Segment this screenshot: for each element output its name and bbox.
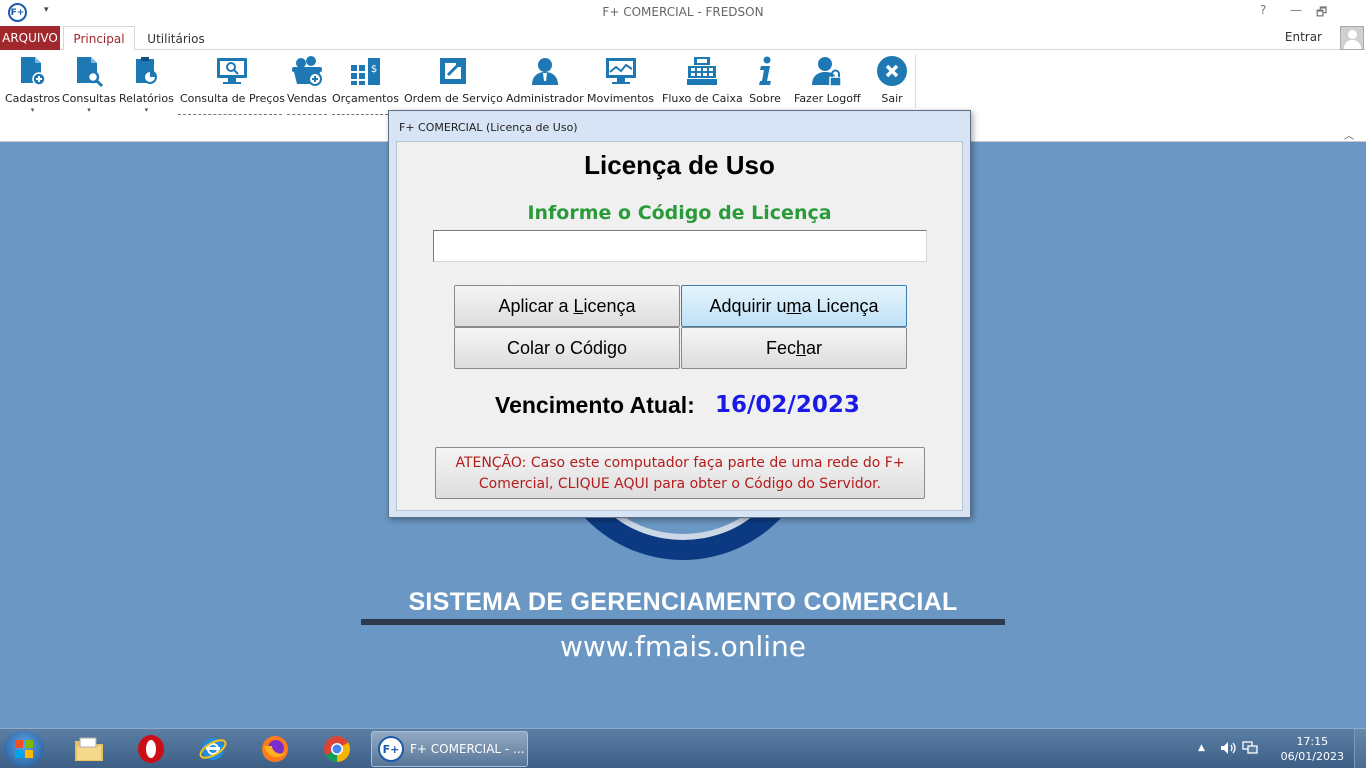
calculator-icon: $ (348, 54, 382, 88)
taskbar-app-label: F+ COMERCIAL - ... (410, 742, 525, 756)
close-circle-icon (875, 54, 909, 88)
taskbar: F+ F+ COMERCIAL - ... ▲ 17:15 06/01/2023 (0, 728, 1366, 768)
sobre-button[interactable]: Sobre (748, 54, 782, 105)
sair-label: Sair (881, 92, 903, 105)
cadastros-label: Cadastros (5, 92, 60, 105)
monitor-chart-icon (604, 54, 638, 88)
vendas-button[interactable]: Vendas (287, 54, 327, 105)
consultas-label: Consultas (62, 92, 116, 105)
close-button[interactable]: Fec h ar (681, 327, 907, 369)
document-search-icon (72, 54, 106, 88)
collapse-ribbon-icon[interactable]: ︿ (1344, 127, 1354, 142)
due-date-label: Vencimento Atual: (495, 392, 695, 418)
minimize-button[interactable]: — (1290, 3, 1302, 17)
tagline-underline (361, 619, 1005, 625)
tab-utilitarios[interactable]: Utilitários (140, 26, 212, 51)
tray-expand-icon[interactable]: ▲ (1198, 743, 1205, 753)
taskbar-app-fcomercial[interactable]: F+ F+ COMERCIAL - ... (371, 731, 528, 767)
sair-button[interactable]: Sair (875, 54, 909, 105)
ordem-servico-button[interactable]: Ordem de Serviço (404, 54, 503, 105)
movimentos-button[interactable]: Movimentos (587, 54, 654, 105)
cash-register-icon (685, 54, 719, 88)
chevron-down-icon: ▾ (30, 106, 35, 114)
relatorios-button[interactable]: Relatórios ▾ (119, 54, 174, 114)
clock-time: 17:15 (1296, 735, 1329, 748)
network-icon[interactable] (1242, 741, 1258, 759)
service-order-icon (436, 54, 470, 88)
restore-button[interactable]: 🗗 (1316, 3, 1327, 24)
clipboard-chart-icon (129, 54, 163, 88)
administrador-button[interactable]: Administrador (506, 54, 584, 105)
internet-explorer-icon[interactable] (196, 733, 230, 765)
volume-icon[interactable] (1220, 741, 1236, 759)
network-attention-button[interactable]: ATENÇÃO: Caso este computador faça parte… (435, 447, 925, 499)
fazer-logoff-label: Fazer Logoff (794, 92, 861, 105)
svg-text:$: $ (371, 64, 377, 75)
consulta-precos-label: Consulta de Preços (180, 92, 285, 105)
acquire-license-button[interactable]: Adquirir uma Licença (681, 285, 907, 327)
basket-add-icon (290, 54, 324, 88)
sobre-label: Sobre (749, 92, 781, 105)
orcamentos-label: Orçamentos (332, 92, 399, 105)
help-button[interactable]: ? (1260, 3, 1266, 17)
relatorios-label: Relatórios (119, 92, 174, 105)
license-code-input[interactable] (433, 230, 927, 262)
start-button[interactable] (4, 731, 44, 767)
dialog-heading: Licença de Uso (584, 150, 775, 180)
group-separator (332, 114, 388, 115)
due-date-value: 16/02/2023 (715, 392, 860, 418)
title-bar: F+ ▾ F+ COMERCIAL - FREDSON ? — 🗗 (0, 0, 1366, 26)
fluxo-caixa-label: Fluxo de Caixa (662, 92, 743, 105)
clock[interactable]: 17:15 06/01/2023 (1281, 734, 1344, 764)
ordem-servico-label: Ordem de Serviço (404, 92, 503, 105)
chevron-down-icon: ▾ (144, 106, 149, 114)
dialog-body: Licença de Uso Informe o Código de Licen… (396, 141, 963, 511)
website: www.fmais.online (560, 630, 806, 663)
consulta-precos-button[interactable]: Consulta de Preços (180, 54, 285, 105)
window-title: F+ COMERCIAL - FREDSON (602, 5, 764, 19)
avatar[interactable] (1340, 26, 1364, 50)
apply-license-button[interactable]: Aplicar a Licença (454, 285, 680, 327)
ribbon-divider (915, 54, 916, 108)
tab-principal[interactable]: Principal (63, 26, 135, 51)
cadastros-button[interactable]: Cadastros ▾ (5, 54, 60, 114)
group-separator (287, 114, 327, 115)
fluxo-caixa-button[interactable]: Fluxo de Caixa (662, 54, 743, 105)
info-icon (748, 54, 782, 88)
tab-arquivo[interactable]: ARQUIVO (0, 26, 60, 50)
license-dialog: F+ COMERCIAL (Licença de Uso) Licença de… (388, 110, 971, 518)
fazer-logoff-button[interactable]: Fazer Logoff (794, 54, 861, 105)
login-link[interactable]: Entrar (1285, 30, 1322, 44)
app-logo-icon: F+ (378, 736, 404, 762)
file-explorer-icon[interactable] (72, 733, 106, 765)
orcamentos-button[interactable]: $ Orçamentos (332, 54, 399, 105)
windows-logo-icon (15, 740, 33, 758)
user-lock-icon (810, 54, 844, 88)
administrador-label: Administrador (506, 92, 584, 105)
consultas-button[interactable]: Consultas ▾ (62, 54, 116, 114)
paste-code-button[interactable]: Colar o Código (454, 327, 680, 369)
show-desktop-button[interactable] (1354, 729, 1366, 768)
monitor-search-icon (215, 54, 249, 88)
chevron-down-icon: ▾ (87, 106, 91, 114)
dialog-title: F+ COMERCIAL (Licença de Uso) (399, 121, 578, 134)
firefox-icon[interactable] (258, 733, 292, 765)
opera-icon[interactable] (134, 733, 168, 765)
movimentos-label: Movimentos (587, 92, 655, 105)
dialog-subheading: Informe o Código de Licença (527, 202, 832, 224)
document-add-icon (15, 54, 49, 88)
clock-date: 06/01/2023 (1280, 750, 1344, 763)
vendas-label: Vendas (287, 92, 327, 105)
ribbon-tabs: ARQUIVO Principal Utilitários Entrar (0, 26, 1366, 51)
chrome-icon[interactable] (320, 733, 354, 765)
admin-user-icon (528, 54, 562, 88)
group-separator (178, 114, 282, 115)
tagline: SISTEMA DE GERENCIAMENTO COMERCIAL (408, 588, 958, 616)
